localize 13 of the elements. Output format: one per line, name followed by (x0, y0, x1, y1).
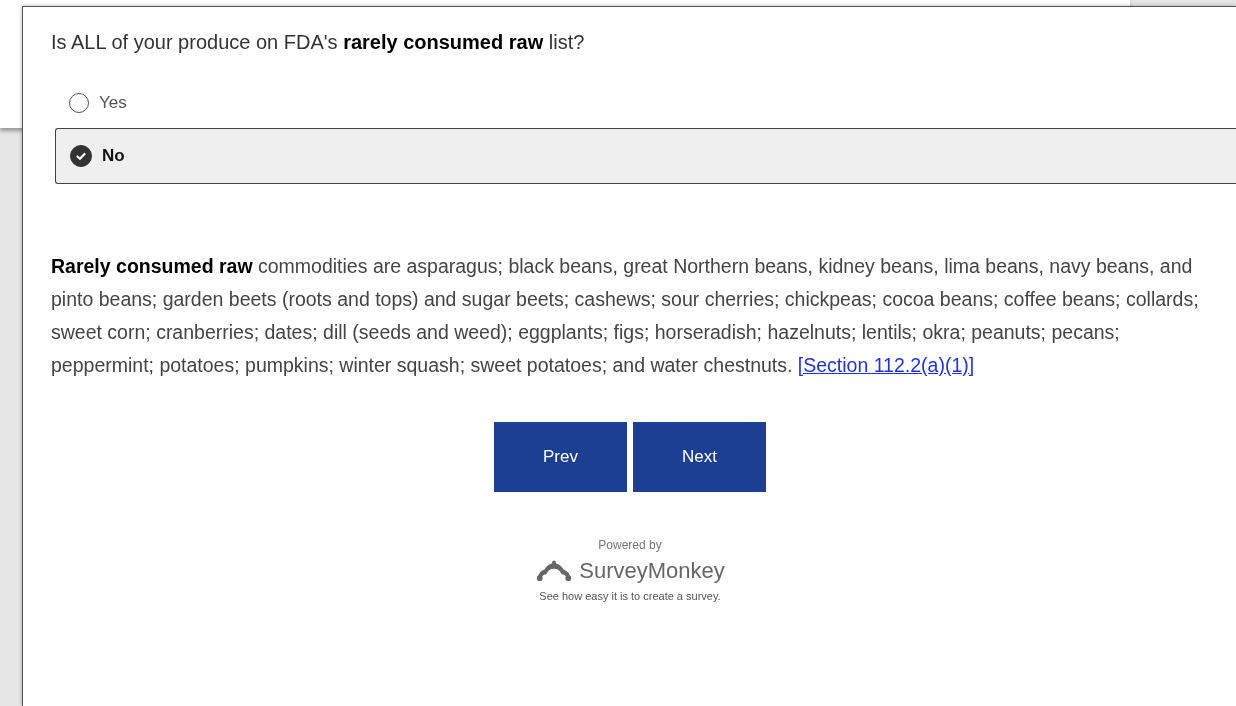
brand-name[interactable]: SurveyMonkey (579, 558, 725, 584)
info-paragraph: Rarely consumed raw commodities are asparagus; black beans, great Northern beans, kidney beans, lima beans, navy beans, and pinto beans; garden beets (roots and tops) and sugar beets; cashews; sour cherries; chickpeas; cocoa beans; coffee beans; collards; sweet corn; cranberries; dates; dill (seeds and weed); eggplants; figs; horseradish; hazelnuts; lentils; okra; peanuts; pecans; peppermint; potatoes; pumpkins; winter squash; sweet potatoes; and water chestnuts. [Section 112.2(a)(1)] (51, 254, 1200, 378)
selected-option-row[interactable]: No (55, 128, 1236, 184)
radio-checked-icon[interactable] (70, 145, 92, 167)
section-link[interactable]: [Section 112.2(a)(1)] (797, 354, 975, 376)
question-text: Is ALL of your produce on FDA's rarely consumed raw list? (51, 31, 586, 54)
option-label[interactable]: No (102, 146, 125, 166)
nav-button[interactable]: Next (633, 422, 766, 492)
tagline-text[interactable]: See how easy it is to create a survey. (539, 590, 721, 602)
monkey-logo-icon (535, 559, 574, 583)
option-label[interactable]: Yes (99, 93, 127, 113)
powered-by-text: Powered by (598, 538, 662, 552)
nav-button[interactable]: Prev (494, 422, 627, 492)
